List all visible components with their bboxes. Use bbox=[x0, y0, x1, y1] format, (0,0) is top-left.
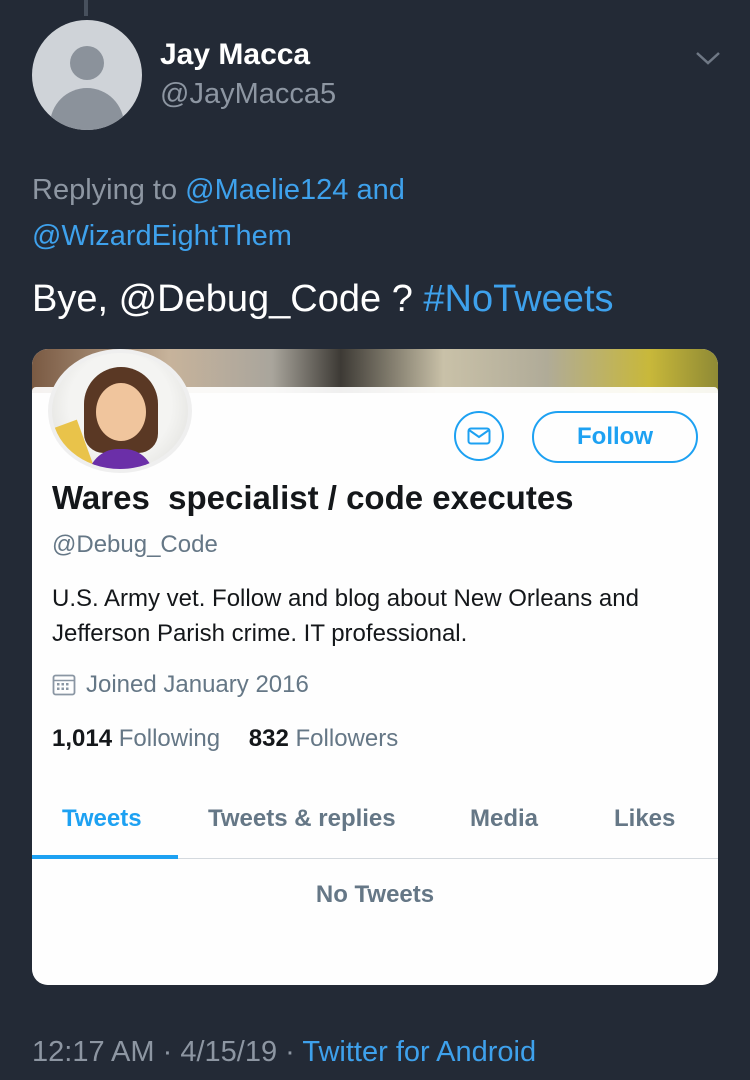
active-tab-indicator bbox=[32, 855, 178, 859]
tweet-text: Bye, @Debug_Code ? #NoTweets bbox=[32, 278, 614, 321]
tweet-source-link[interactable]: Twitter for Android bbox=[302, 1036, 536, 1068]
tweet-time: 12:17 AM bbox=[32, 1036, 155, 1068]
default-avatar-head bbox=[70, 46, 104, 80]
profile-display-name: Wares specialist / code executes bbox=[52, 479, 574, 516]
default-avatar-body bbox=[50, 88, 124, 130]
following-label: Following bbox=[118, 725, 221, 752]
replying-to-line-1: Replying to @Maelie124 and bbox=[32, 174, 732, 207]
follow-button[interactable]: Follow bbox=[532, 411, 698, 463]
joined-date-text: Joined January 2016 bbox=[86, 671, 309, 698]
meta-separator-1: · bbox=[162, 1036, 173, 1068]
tab-tweets[interactable]: Tweets bbox=[62, 805, 142, 833]
tweet-mention-debug-code[interactable]: @Debug_Code bbox=[119, 278, 382, 320]
reply-mention-maelie124[interactable]: @Maelie124 bbox=[185, 174, 348, 206]
envelope-icon bbox=[467, 427, 491, 445]
profile-bio: U.S. Army vet. Follow and blog about New… bbox=[52, 585, 639, 647]
avatar-face bbox=[96, 383, 146, 441]
thread-connector-line bbox=[84, 0, 88, 16]
tweet-text-prefix: Bye, bbox=[32, 278, 109, 320]
tweet-text-mid: ? bbox=[391, 278, 413, 320]
profile-avatar bbox=[48, 349, 192, 473]
followers-count: 832 bbox=[248, 725, 289, 752]
chevron-down-icon[interactable] bbox=[694, 48, 722, 68]
reply-and-text: and bbox=[356, 174, 405, 206]
tab-tweets-and-replies[interactable]: Tweets & replies bbox=[208, 805, 396, 833]
tweet-date: 4/15/19 bbox=[180, 1036, 278, 1068]
followers-label: Followers bbox=[295, 725, 399, 752]
author-avatar[interactable] bbox=[32, 20, 142, 130]
message-button[interactable] bbox=[454, 411, 504, 461]
tweet-hashtag[interactable]: #NoTweets bbox=[423, 278, 613, 320]
meta-separator-2: · bbox=[285, 1036, 295, 1068]
tweet-meta: 12:17 AM · 4/15/19 · Twitter for Android bbox=[32, 1036, 536, 1069]
tab-media[interactable]: Media bbox=[470, 805, 538, 833]
profile-stats: 1,014 Following 832 Followers bbox=[52, 725, 398, 753]
following-count: 1,014 bbox=[52, 725, 113, 752]
calendar-icon bbox=[52, 674, 76, 696]
profile-handle: @Debug_Code bbox=[52, 531, 218, 558]
empty-state-text: No Tweets bbox=[315, 881, 435, 908]
profile-tabs: Tweets Tweets & replies Media Likes bbox=[32, 801, 718, 859]
replying-to-label: Replying to bbox=[32, 174, 178, 206]
reply-mention-wizardeightthem[interactable]: @WizardEightThem bbox=[32, 220, 292, 252]
profile-joined: Joined January 2016 bbox=[52, 671, 309, 699]
avatar-shirt bbox=[88, 449, 154, 469]
author-handle[interactable]: @JayMacca5 bbox=[160, 78, 336, 111]
replying-to-line-2: @WizardEightThem bbox=[32, 220, 732, 253]
embedded-profile-screenshot[interactable]: Follow Wares specialist / code executes … bbox=[32, 349, 718, 985]
author-name[interactable]: Jay Macca bbox=[160, 38, 310, 72]
tab-likes[interactable]: Likes bbox=[614, 805, 675, 833]
